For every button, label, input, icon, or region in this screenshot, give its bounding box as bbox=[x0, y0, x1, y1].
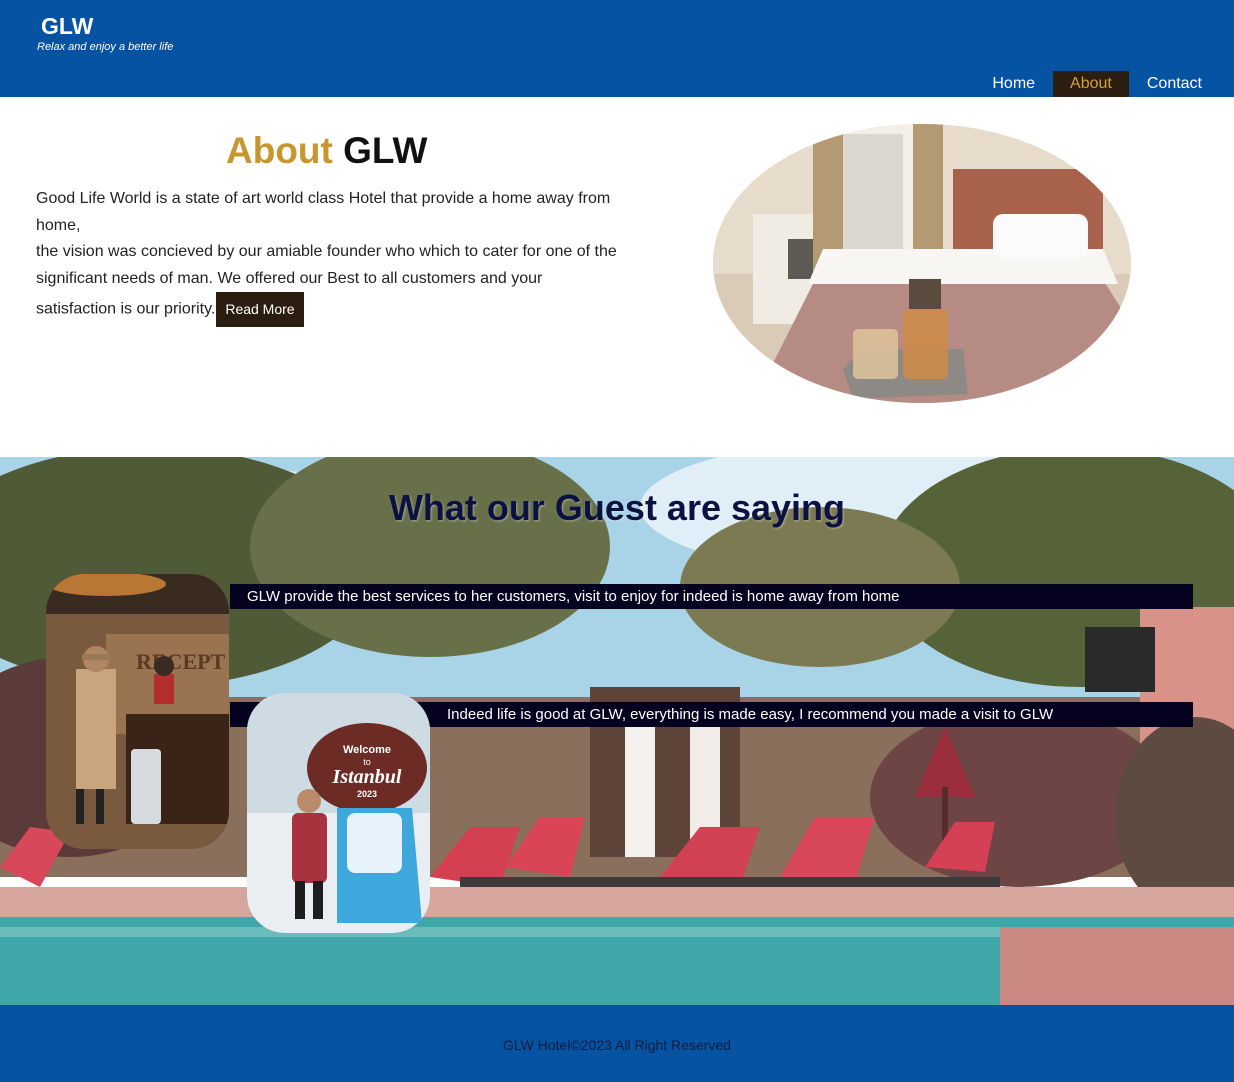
nav-about-link[interactable]: About bbox=[1053, 71, 1129, 97]
hotel-room-photo bbox=[713, 124, 1131, 403]
guest-photo-istanbul: Welcome to Istanbul 2023 bbox=[247, 693, 430, 933]
about-title-accent: About bbox=[226, 130, 333, 171]
testimonials-section: What our Guest are saying GLW provide th… bbox=[0, 457, 1234, 1005]
about-paragraph-line1: Good Life World is a state of art world … bbox=[36, 190, 611, 234]
site-footer: GLW Hotel©2023 All Right Reserved bbox=[0, 1005, 1234, 1082]
nav-contact-link[interactable]: Contact bbox=[1135, 71, 1214, 97]
copyright-text: GLW Hotel©2023 All Right Reserved bbox=[503, 1037, 731, 1053]
brand-logo[interactable]: GLW bbox=[41, 13, 93, 40]
hotel-room-illustration bbox=[713, 124, 1131, 403]
brand-tagline: Relax and enjoy a better life bbox=[37, 41, 174, 53]
guest-photo-reception: RECEPT bbox=[46, 574, 229, 849]
testimonial-quote: GLW provide the best services to her cus… bbox=[230, 584, 1193, 609]
read-more-button[interactable]: Read More bbox=[216, 292, 304, 327]
main-nav: Home About Contact bbox=[974, 71, 1214, 97]
about-title-brand: GLW bbox=[343, 130, 428, 171]
nav-home-link[interactable]: Home bbox=[980, 71, 1047, 97]
about-paragraph: Good Life World is a state of art world … bbox=[36, 186, 626, 327]
about-title: About GLW bbox=[226, 130, 427, 172]
welcome-sign-line4: 2023 bbox=[357, 789, 377, 799]
reception-illustration: RECEPT bbox=[46, 574, 229, 849]
istanbul-sign-illustration: Welcome to Istanbul 2023 bbox=[247, 693, 430, 933]
welcome-sign-line1: Welcome bbox=[343, 744, 391, 756]
site-header: GLW Relax and enjoy a better life Home A… bbox=[0, 0, 1234, 97]
reception-sign-text: RECEPT bbox=[136, 649, 226, 674]
about-paragraph-line2: the vision was concieved by our amiable … bbox=[36, 243, 617, 318]
testimonials-title: What our Guest are saying bbox=[388, 487, 846, 528]
welcome-sign-line3: Istanbul bbox=[332, 766, 402, 788]
